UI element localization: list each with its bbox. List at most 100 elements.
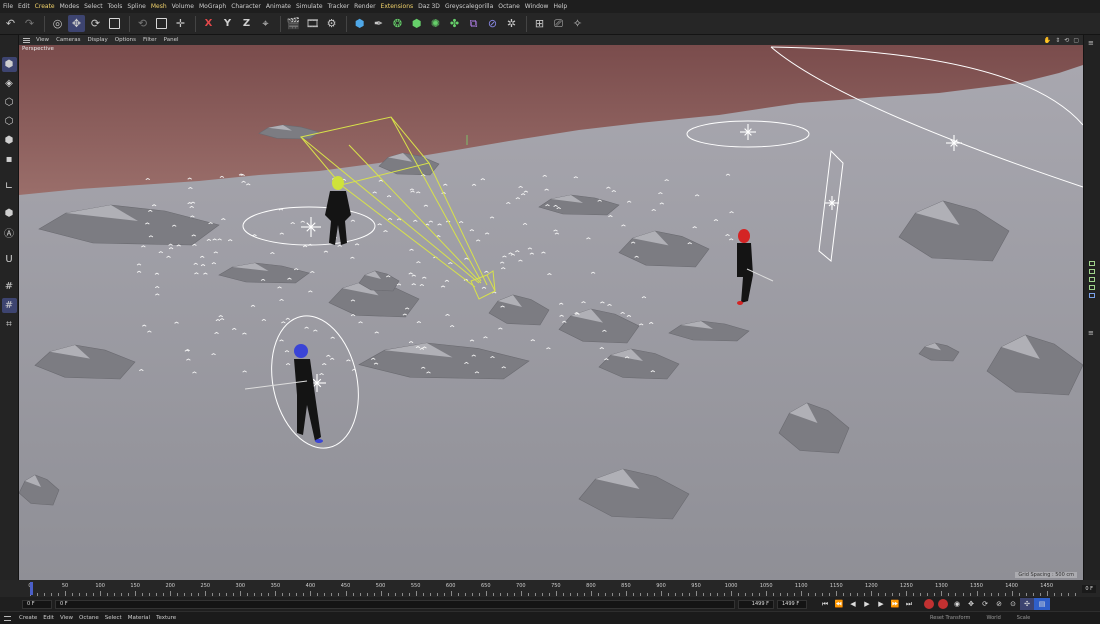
viewport-hamburger-icon[interactable] — [23, 37, 30, 43]
axis-mode-button[interactable]: ∟ — [2, 179, 17, 194]
deformer-button[interactable]: ⧉ — [465, 15, 482, 32]
menu-item-tracker[interactable]: Tracker — [328, 3, 355, 10]
transform-button[interactable]: ⟲ — [134, 15, 151, 32]
extrude-button[interactable]: ⬢ — [408, 15, 425, 32]
menu-item-octane[interactable]: Octane — [498, 3, 525, 10]
go-to-end-button[interactable]: ⏭ — [902, 598, 916, 610]
menu-item-create[interactable]: Create — [35, 3, 60, 10]
panel-menu-icon[interactable]: ≡ — [1088, 329, 1096, 337]
camera-button[interactable]: ⎚ — [550, 15, 567, 32]
edges-mode-button[interactable]: ⬡ — [2, 114, 17, 129]
points-mode-button[interactable]: ⬡ — [2, 95, 17, 110]
subdivision-button[interactable]: ❂ — [389, 15, 406, 32]
object-mode-button[interactable]: ◈ — [2, 76, 17, 91]
keyframe-selection-button[interactable]: ◉ — [950, 598, 964, 610]
pan-icon[interactable]: ✋ — [1044, 37, 1051, 44]
timeline-ruler[interactable]: 0501001502002503003504004505005506006507… — [0, 580, 1100, 597]
paint-button[interactable]: Ⓐ — [2, 225, 17, 240]
menu-item-window[interactable]: Window — [525, 3, 554, 10]
object-tag-icon[interactable] — [1089, 277, 1095, 282]
cube-button[interactable]: ⬢ — [351, 15, 368, 32]
menu-item-character[interactable]: Character — [231, 3, 266, 10]
material-menu-octane[interactable]: Octane — [79, 615, 99, 621]
uv-mode-button[interactable]: ▪ — [2, 152, 17, 167]
preview-start-field[interactable]: 0 F — [55, 599, 735, 609]
menu-item-render[interactable]: Render — [354, 3, 380, 10]
snap-button[interactable] — [153, 15, 170, 32]
material-menu-view[interactable]: View — [60, 615, 73, 621]
go-to-start-button[interactable]: ⏮ — [818, 598, 832, 610]
menu-item-help[interactable]: Help — [553, 3, 572, 10]
scale-label[interactable]: Scale — [1017, 615, 1030, 621]
material-menu-edit[interactable]: Edit — [43, 615, 54, 621]
param-key-button[interactable]: ⊙ — [1006, 598, 1020, 610]
viewport-menu-filter[interactable]: Filter — [143, 37, 157, 43]
z-axis-button[interactable]: Z — [238, 15, 255, 32]
orbit-icon[interactable]: ⟲ — [1064, 37, 1069, 44]
timeline-toggle-button[interactable]: ▤ — [1034, 598, 1050, 610]
menu-item-mograph[interactable]: MoGraph — [199, 3, 231, 10]
world-label[interactable]: World — [986, 615, 1000, 621]
viewport-menu-display[interactable]: Display — [88, 37, 108, 43]
next-frame-button[interactable]: ▶ — [874, 598, 888, 610]
coordinate-system-button[interactable]: ✛ — [172, 15, 189, 32]
play-button[interactable]: ▶ — [860, 598, 874, 610]
reset-transform-label[interactable]: Reset Transform — [930, 615, 970, 621]
record-button[interactable] — [924, 599, 934, 609]
render-picture-viewer-button[interactable]: 🎞 — [304, 15, 321, 32]
end-frame-field[interactable]: 1499 F — [777, 599, 807, 609]
model-mode-button[interactable]: ⬢ — [1, 57, 17, 72]
viewport-menu-panel[interactable]: Panel — [164, 37, 179, 43]
soft-selection-button[interactable]: ⬢ — [2, 206, 17, 221]
y-axis-button[interactable]: Y — [219, 15, 236, 32]
render-view-button[interactable]: 🎬 — [285, 15, 302, 32]
mograph-button[interactable]: ✤ — [446, 15, 463, 32]
menu-item-mesh[interactable]: Mesh — [151, 3, 172, 10]
world-coordinates-button[interactable]: ⌖ — [257, 15, 274, 32]
pen-spline-button[interactable]: ✒ — [370, 15, 387, 32]
next-key-button[interactable]: ⏩ — [888, 598, 902, 610]
viewport-menu-options[interactable]: Options — [115, 37, 136, 43]
menu-item-edit[interactable]: Edit — [18, 3, 35, 10]
rotate-tool-button[interactable]: ⟳ — [87, 15, 104, 32]
panel-menu-icon[interactable]: ≡ — [1088, 39, 1096, 47]
live-selection-button[interactable]: ◎ — [49, 15, 66, 32]
position-key-button[interactable]: ✥ — [964, 598, 978, 610]
menu-item-greyscalegorilla[interactable]: Greyscalegorilla — [445, 3, 498, 10]
zoom-icon[interactable]: ⇕ — [1055, 37, 1060, 44]
quantize-button[interactable]: ⌗ — [2, 317, 17, 332]
redo-button[interactable]: ↷ — [21, 15, 38, 32]
prev-key-button[interactable]: ⏪ — [832, 598, 846, 610]
undo-button[interactable]: ↶ — [2, 15, 19, 32]
menu-item-file[interactable]: File — [3, 3, 18, 10]
workplane-button[interactable]: # — [2, 279, 17, 294]
menu-item-simulate[interactable]: Simulate — [296, 3, 328, 10]
maximize-icon[interactable]: ▢ — [1073, 37, 1079, 44]
menu-item-volume[interactable]: Volume — [172, 3, 199, 10]
object-tag-icon[interactable] — [1089, 261, 1095, 266]
bottom-hamburger-icon[interactable] — [4, 615, 11, 621]
prev-frame-button[interactable]: ◀ — [846, 598, 860, 610]
octane-button[interactable]: ✧ — [569, 15, 586, 32]
menu-item-extensions[interactable]: Extensions — [381, 3, 419, 10]
scene-canvas[interactable] — [19, 45, 1083, 580]
menu-item-animate[interactable]: Animate — [266, 3, 296, 10]
viewport-menu-cameras[interactable]: Cameras — [56, 37, 80, 43]
polygons-mode-button[interactable]: ⬢ — [2, 133, 17, 148]
material-menu-material[interactable]: Material — [128, 615, 150, 621]
scale-key-button[interactable]: ⊘ — [992, 598, 1006, 610]
autokey-button[interactable] — [938, 599, 948, 609]
cloner-button[interactable]: ✺ — [427, 15, 444, 32]
rotation-key-button[interactable]: ⟳ — [978, 598, 992, 610]
object-tag-icon[interactable] — [1089, 285, 1095, 290]
menu-item-select[interactable]: Select — [84, 3, 108, 10]
perspective-viewport[interactable]: Perspective Grid Spacing : 500 cm — [19, 45, 1083, 580]
viewport-menu-view[interactable]: View — [36, 37, 49, 43]
grid-button[interactable]: ⊞ — [531, 15, 548, 32]
light-button[interactable]: ✲ — [503, 15, 520, 32]
timeline-playhead[interactable] — [30, 582, 33, 595]
menu-item-modes[interactable]: Modes — [60, 3, 84, 10]
move-tool-button[interactable]: ✥ — [68, 15, 85, 32]
material-menu-texture[interactable]: Texture — [156, 615, 176, 621]
field-button[interactable]: ⊘ — [484, 15, 501, 32]
